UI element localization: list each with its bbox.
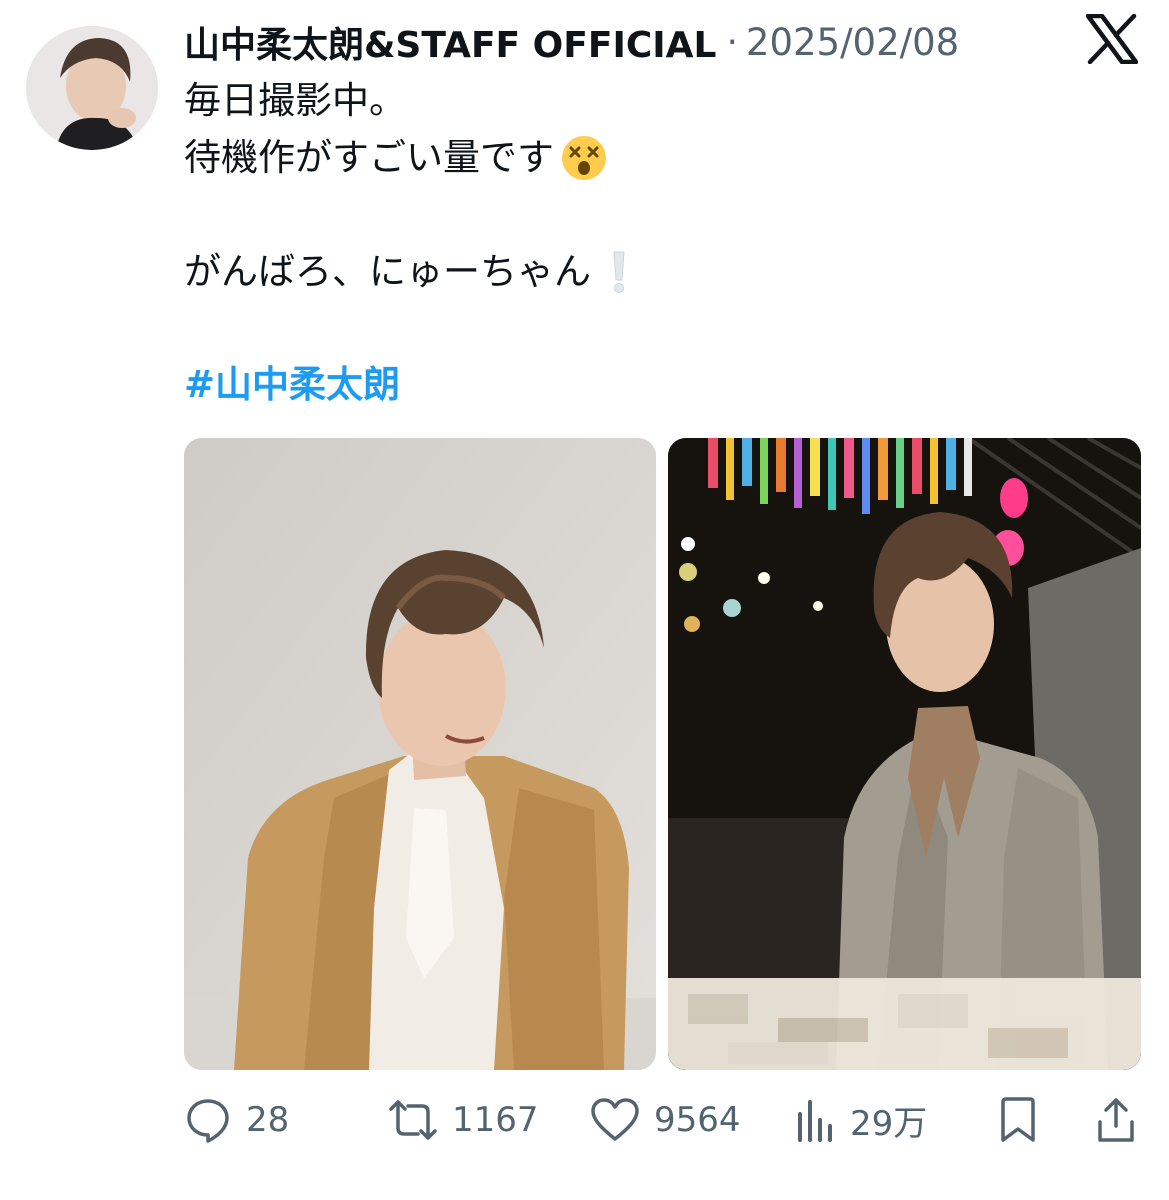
bookmark-button[interactable] [998, 1090, 1038, 1150]
post-date[interactable]: 2025/02/08 [746, 21, 959, 64]
post-text-line: 待機作がすごい量です [184, 129, 1084, 186]
reply-icon [187, 1099, 229, 1143]
post-actions-bar: 28 1167 9564 29万 [184, 1090, 1144, 1150]
x-logo-icon [1086, 14, 1138, 64]
repost-count: 1167 [452, 1100, 539, 1140]
views-icon [798, 1100, 832, 1142]
header-separator: · [726, 21, 738, 63]
hashtag-link[interactable]: #山中柔太朗 [184, 356, 400, 413]
white-exclamation-mark-icon [613, 251, 625, 293]
post-text-line: 毎日撮影中。 [184, 72, 1084, 129]
post-text-line-4: がんばろ、にゅーちゃん [184, 250, 591, 293]
views-button[interactable]: 29万 [796, 1090, 927, 1150]
post-text-line-1: 毎日撮影中。 [184, 79, 406, 122]
like-count: 9564 [654, 1100, 741, 1140]
photo-1-image [184, 438, 656, 1070]
post-header: 山中柔太朗&STAFF OFFICIAL · 2025/02/08 [184, 14, 959, 70]
bookmark-icon [1001, 1097, 1035, 1142]
post-photo-1[interactable] [184, 438, 656, 1070]
post-text-line-2: 待機作がすごい量です [184, 136, 554, 179]
post-text-line: がんばろ、にゅーちゃん [184, 243, 1084, 300]
post-photo-2[interactable] [668, 438, 1141, 1070]
post-text-line [184, 186, 1084, 243]
views-count: 29万 [850, 1103, 928, 1144]
repost-button[interactable]: 1167 [388, 1090, 539, 1150]
heart-icon [591, 1098, 639, 1141]
post-text: 毎日撮影中。 待機作がすごい量です がんばろ、にゅーちゃん [184, 72, 1084, 357]
repost-icon [389, 1100, 437, 1140]
reply-button[interactable]: 28 [184, 1090, 289, 1150]
share-icon [1098, 1098, 1134, 1142]
author-display-name[interactable]: 山中柔太朗&STAFF OFFICIAL [184, 16, 716, 68]
post-text-line [184, 300, 1084, 357]
like-button[interactable]: 9564 [590, 1090, 741, 1150]
share-button[interactable] [1096, 1090, 1136, 1150]
author-avatar[interactable] [26, 26, 158, 150]
avatar-photo [26, 26, 158, 150]
dizzy-face-emoji-icon [562, 135, 606, 180]
reply-count: 28 [246, 1100, 290, 1140]
photo-2-image [668, 438, 1141, 1070]
